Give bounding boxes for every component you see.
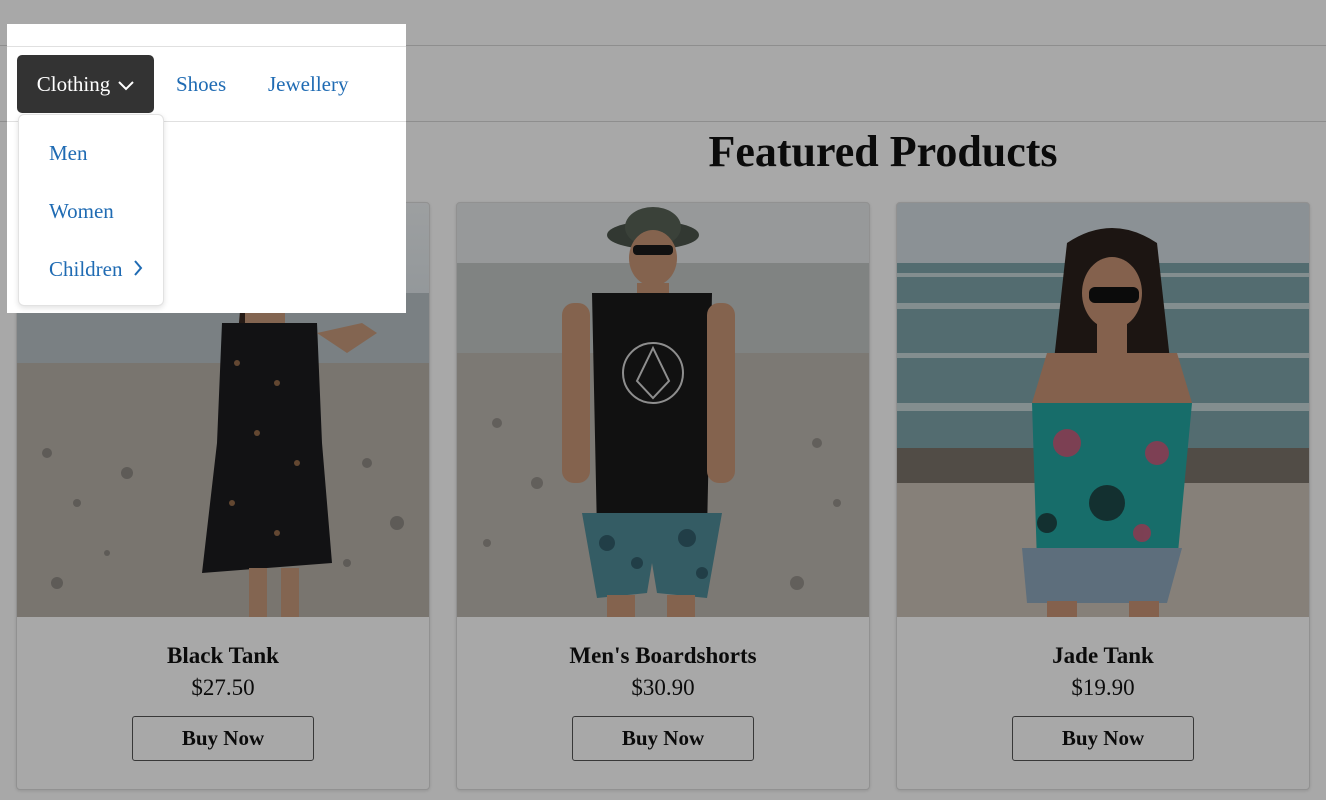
chevron-right-icon (133, 257, 143, 282)
chevron-down-icon (118, 72, 134, 97)
dim-overlay-right (406, 24, 1326, 313)
nav-link-shoes[interactable]: Shoes (176, 72, 226, 97)
clothing-dropdown-toggle[interactable]: Clothing (17, 55, 154, 113)
divider (7, 46, 406, 47)
menu-item-label: Children (49, 257, 123, 281)
menu-item-women[interactable]: Women (49, 199, 114, 224)
clothing-dropdown-menu: Men Women Children (18, 114, 164, 306)
dim-overlay-top (0, 0, 1326, 24)
menu-item-label: Women (49, 199, 114, 223)
menu-item-label: Men (49, 141, 88, 165)
nav-spotlight: Clothing Shoes Jewellery Men Women Child… (7, 24, 406, 313)
clothing-label: Clothing (36, 71, 111, 96)
menu-item-men[interactable]: Men (49, 141, 88, 166)
nav-link-jewellery[interactable]: Jewellery (268, 72, 348, 97)
menu-item-children[interactable]: Children (49, 257, 143, 282)
dim-overlay-bottom (0, 313, 1326, 800)
dim-overlay-left (0, 24, 7, 313)
